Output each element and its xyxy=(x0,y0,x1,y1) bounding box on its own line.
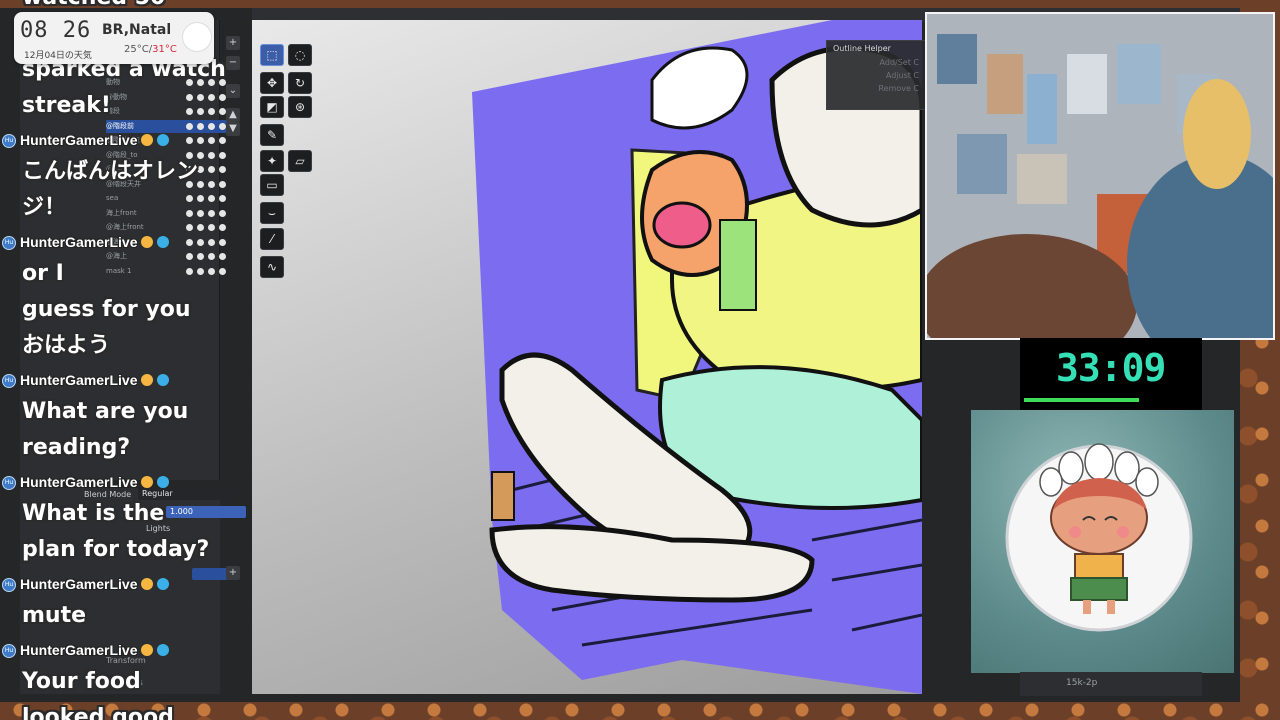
weather-widget: 08 26 BR,Natal 12月04日の天気 25°C/31°C xyxy=(14,12,214,64)
timer-value: 33:09 xyxy=(1056,346,1166,390)
rabbit-figure xyxy=(491,471,515,521)
subscriber-badge-icon xyxy=(157,236,170,248)
username-text: HunterGamerLive xyxy=(20,372,138,388)
temp-high: 31°C xyxy=(152,44,177,55)
crown-badge-icon xyxy=(141,134,154,146)
avatar: Hu xyxy=(2,578,16,592)
chat-username[interactable]: HunterGamerLive xyxy=(20,132,170,148)
outline-helper-title[interactable]: Outline Helper xyxy=(827,41,925,56)
weather-date: 12月04日の天気 xyxy=(24,51,92,61)
subscriber-badge-icon xyxy=(157,644,170,656)
username-text: HunterGamerLive xyxy=(20,234,138,250)
crown-badge-icon xyxy=(141,476,154,488)
chat-message: plan for today? xyxy=(22,537,210,562)
brush-icon[interactable]: ✦ xyxy=(260,150,284,172)
chat-message: ジ！ xyxy=(22,195,67,220)
rotate-icon[interactable]: ↻ xyxy=(288,72,312,94)
username-text: HunterGamerLive xyxy=(20,642,138,658)
crown-badge-icon xyxy=(141,236,154,248)
drawing-canvas[interactable] xyxy=(252,20,922,694)
chat-message: Your food xyxy=(22,669,141,694)
crown-badge-icon xyxy=(141,374,154,386)
small-figure xyxy=(719,219,757,311)
dog-mouth xyxy=(652,201,712,249)
curve-icon[interactable]: ⌣ xyxy=(260,202,284,224)
avatar: Hu xyxy=(2,236,16,250)
warp-icon[interactable]: ⊛ xyxy=(288,96,312,118)
subscriber-badge-icon xyxy=(157,476,170,488)
frame-icon[interactable]: ▭ xyxy=(260,174,284,196)
perspective-icon[interactable]: ▱ xyxy=(288,150,312,172)
tool-palette: ⬚ ◌ ✥ ↻ ◩ ⊛ ✎ ✦ ▱ ▭ ⌣ ⁄ ∿ xyxy=(256,42,316,282)
remove-button[interactable]: Remove C xyxy=(827,82,925,95)
clock-time: 08 26 xyxy=(20,18,92,43)
chat-username[interactable]: HunterGamerLive xyxy=(20,372,170,388)
pin-badge-image xyxy=(1005,443,1193,632)
chat-username[interactable]: HunterGamerLive xyxy=(20,642,170,658)
outline-helper-panel: Outline Helper Add/Set C Adjust C Remove… xyxy=(826,40,926,110)
chat-username[interactable]: HunterGamerLive xyxy=(20,474,170,490)
webcam-image xyxy=(927,14,1273,338)
status-text: 15k-2p xyxy=(1066,678,1098,688)
subscriber-badge-icon xyxy=(157,578,170,590)
crown-badge-icon xyxy=(141,644,154,656)
adjust-button[interactable]: Adjust C xyxy=(827,69,925,82)
select-icon[interactable]: ⬚ xyxy=(260,44,284,66)
chat-message: looked good xyxy=(22,705,174,720)
chat-message: or I xyxy=(22,261,64,286)
webcam-feed xyxy=(925,12,1275,340)
scale-icon[interactable]: ◩ xyxy=(260,96,284,118)
artwork xyxy=(472,20,922,694)
bottom-status-bar: 15k-2p xyxy=(1020,672,1202,696)
chat-message: mute xyxy=(22,603,87,628)
chat-message: guess for you xyxy=(22,297,191,322)
chat-message: streak! xyxy=(22,93,111,118)
avatar: Hu xyxy=(2,134,16,148)
chat-message: こんばんはオレン xyxy=(22,159,199,184)
username-text: HunterGamerLive xyxy=(20,474,138,490)
chat-message: おはよう xyxy=(22,333,111,358)
username-text: HunterGamerLive xyxy=(20,576,138,592)
subscriber-badge-icon xyxy=(157,374,170,386)
add-set-button[interactable]: Add/Set C xyxy=(827,56,925,69)
location-label: BR,Natal xyxy=(102,22,172,38)
chat-message: What is the xyxy=(22,501,165,526)
chat-message: reading? xyxy=(22,435,131,460)
chat-username[interactable]: HunterGamerLive xyxy=(20,234,170,250)
cloud-icon xyxy=(182,22,212,52)
eyedropper-icon[interactable]: ⁄ xyxy=(260,228,284,250)
move-icon[interactable]: ✥ xyxy=(260,72,284,94)
smudge-icon[interactable]: ∿ xyxy=(260,256,284,278)
pen-icon[interactable]: ✎ xyxy=(260,124,284,146)
stream-timer: 33:09 xyxy=(1020,338,1202,410)
temp-low: 25°C xyxy=(124,44,149,55)
avatar: Hu xyxy=(2,476,16,490)
chat-username[interactable]: HunterGamerLive xyxy=(20,576,170,592)
temperature: 25°C/31°C xyxy=(124,44,177,55)
username-text: HunterGamerLive xyxy=(20,132,138,148)
timer-progress-bar xyxy=(1024,398,1139,402)
crown-badge-icon xyxy=(141,578,154,590)
chat-message: What are you xyxy=(22,399,189,424)
lasso-icon[interactable]: ◌ xyxy=(288,44,312,66)
pin-badge-camera xyxy=(971,410,1234,673)
avatar: Hu xyxy=(2,374,16,388)
subscriber-badge-icon xyxy=(157,134,170,146)
avatar: Hu xyxy=(2,644,16,658)
chat-overlay: watched 50streams andsparked a watchstre… xyxy=(0,0,240,720)
